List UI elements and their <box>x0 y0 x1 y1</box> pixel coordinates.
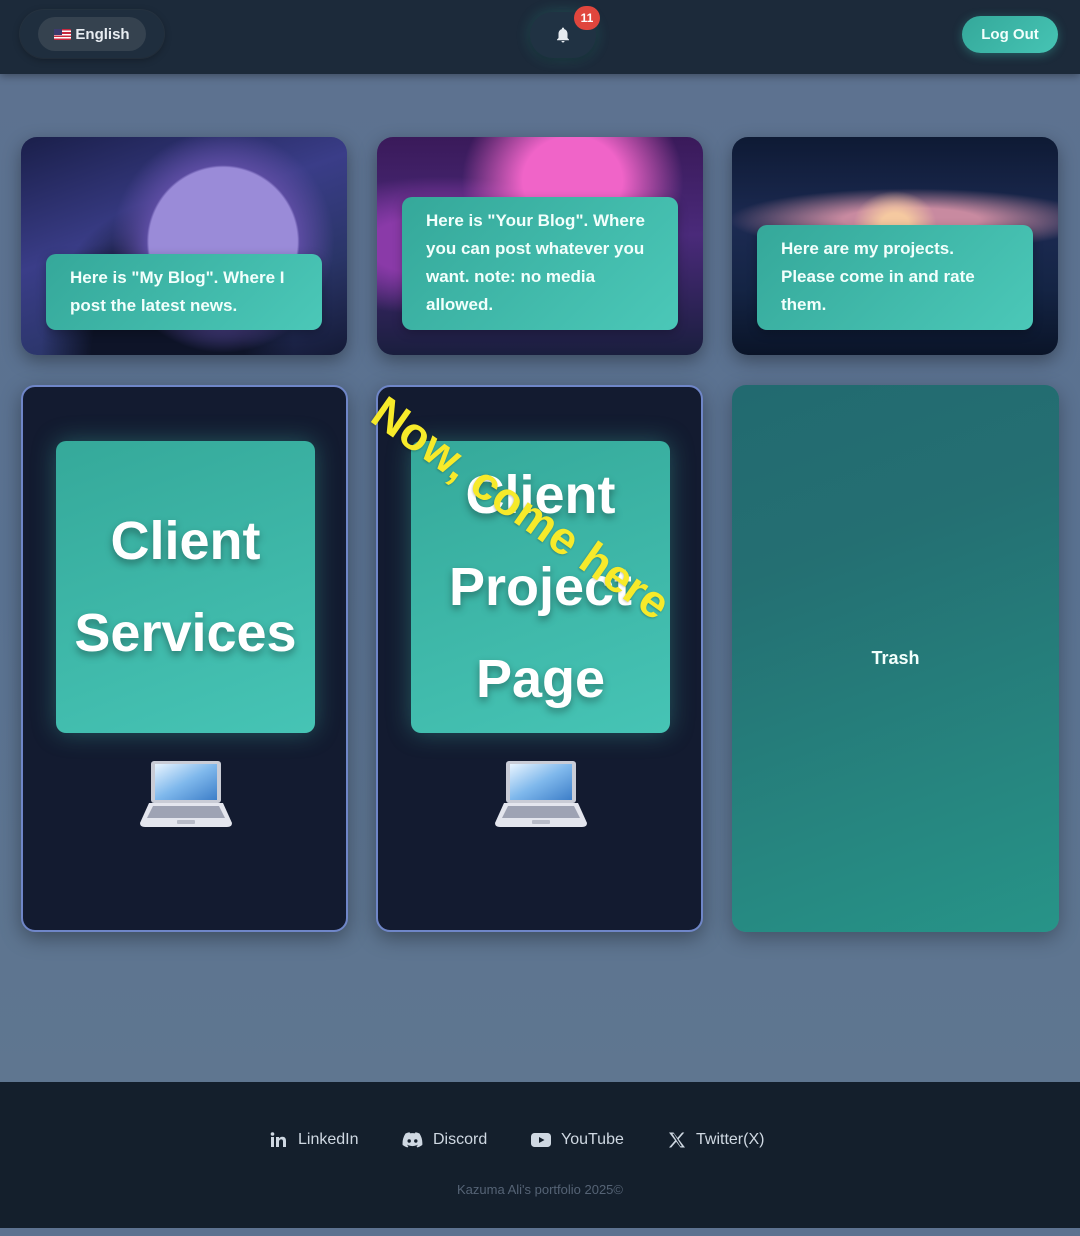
youtube-label: YouTube <box>561 1131 624 1148</box>
twitter-label: Twitter(X) <box>696 1131 765 1148</box>
bell-icon <box>557 27 569 43</box>
x-icon <box>669 1132 685 1148</box>
us-flag-icon <box>54 28 72 40</box>
linkedin-label: LinkedIn <box>298 1131 359 1148</box>
notification-badge: 11 <box>574 6 600 30</box>
client-services-line2: Services <box>74 603 297 663</box>
your-blog-card[interactable]: Here is "Your Blog". Where you can post … <box>377 137 703 355</box>
top-navbar: English 11 Log Out <box>0 0 1080 74</box>
copyright-text: Kazuma Ali's portfolio 2025© <box>457 1182 623 1197</box>
linkedin-link[interactable]: LinkedIn <box>270 1128 359 1152</box>
laptop-icon <box>140 761 232 827</box>
client-services-tile: Client Services <box>56 441 315 733</box>
discord-link[interactable]: Discord <box>402 1128 487 1152</box>
twitter-link[interactable]: Twitter(X) <box>668 1128 764 1152</box>
my-blog-card-label: Here is "My Blog". Where I post the late… <box>46 254 322 330</box>
footer-bottom-strip <box>0 1228 1080 1236</box>
client-services-line1: Client <box>110 511 261 571</box>
youtube-link[interactable]: YouTube <box>531 1128 624 1152</box>
footer <box>0 1082 1080 1236</box>
trash-card[interactable]: Trash <box>732 385 1059 932</box>
language-label: English <box>75 25 130 43</box>
projects-card[interactable]: Here are my projects. Please come in and… <box>732 137 1058 355</box>
your-blog-card-label: Here is "Your Blog". Where you can post … <box>402 197 678 330</box>
language-selector-wrapper: English <box>20 10 164 58</box>
logout-button[interactable]: Log Out <box>962 16 1058 53</box>
discord-icon <box>402 1132 423 1148</box>
trash-label: Trash <box>871 648 920 668</box>
projects-card-label: Here are my projects. Please come in and… <box>757 225 1033 330</box>
linkedin-icon <box>270 1132 286 1147</box>
discord-label: Discord <box>433 1131 488 1148</box>
laptop-icon <box>495 761 587 827</box>
client-services-card[interactable]: Client Services <box>21 385 348 932</box>
my-blog-card[interactable]: Here is "My Blog". Where I post the late… <box>21 137 347 355</box>
language-selector-button[interactable]: English <box>38 17 146 51</box>
client-project-line3: Page <box>475 649 606 709</box>
youtube-icon <box>531 1133 551 1147</box>
